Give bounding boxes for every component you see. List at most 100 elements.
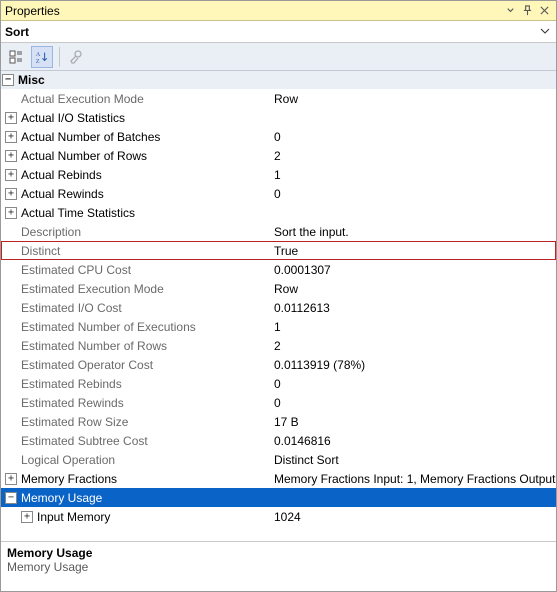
property-name-cell: Actual I/O Statistics xyxy=(1,111,269,125)
expand-toggle[interactable] xyxy=(5,188,17,200)
dropdown-icon[interactable] xyxy=(538,23,552,39)
property-row[interactable]: Estimated Rebinds 0 xyxy=(1,374,556,393)
property-grid[interactable]: Misc Actual Execution Mode Row Actual I/O … xyxy=(1,71,556,541)
property-row[interactable]: DistinctTrue xyxy=(1,241,556,260)
expand-toggle[interactable] xyxy=(5,112,17,124)
object-selector-label: Sort xyxy=(5,25,29,39)
property-row[interactable]: Actual Rebinds 1 xyxy=(1,165,556,184)
property-name: Actual Number of Batches xyxy=(21,130,160,144)
property-name: Description xyxy=(21,225,81,239)
property-name-cell: Memory Fractions xyxy=(1,472,269,486)
property-row[interactable]: Description Sort the input. xyxy=(1,222,556,241)
property-value[interactable]: 1 xyxy=(269,168,556,182)
property-row[interactable]: Actual I/O Statistics xyxy=(1,108,556,127)
property-name-cell: Actual Number of Rows xyxy=(1,149,269,163)
object-selector[interactable]: Sort xyxy=(1,21,556,43)
property-name: Actual Rebinds xyxy=(21,168,102,182)
property-name: Input Memory xyxy=(37,510,110,524)
property-row[interactable]: Estimated Subtree Cost0.0146816 xyxy=(1,431,556,450)
property-row[interactable]: Actual Execution Mode Row xyxy=(1,89,556,108)
property-name-cell: Actual Number of Batches xyxy=(1,130,269,144)
property-row[interactable]: Estimated Number of Rows 2 xyxy=(1,336,556,355)
expand-toggle[interactable] xyxy=(5,207,17,219)
property-name-cell: Estimated Row Size xyxy=(1,415,269,429)
property-row[interactable]: Estimated I/O Cost0.0112613 xyxy=(1,298,556,317)
property-value[interactable]: 0.0112613 xyxy=(269,301,556,315)
property-value[interactable]: 0 xyxy=(269,396,556,410)
property-name: Estimated Rebinds xyxy=(21,377,122,391)
property-value[interactable]: 2 xyxy=(269,339,556,353)
alphabetical-button[interactable]: A Z xyxy=(31,46,53,68)
property-value[interactable]: Row xyxy=(269,282,556,296)
property-row[interactable]: Estimated Execution ModeRow xyxy=(1,279,556,298)
property-row[interactable]: Actual Rewinds 0 xyxy=(1,184,556,203)
property-name: Estimated Number of Rows xyxy=(21,339,167,353)
property-value[interactable]: 1024 xyxy=(269,510,556,524)
property-row[interactable]: Estimated Number of Executions 1 xyxy=(1,317,556,336)
property-value[interactable]: Sort the input. xyxy=(269,225,556,239)
properties-window: Properties Sort xyxy=(0,0,557,592)
property-row[interactable]: Estimated Rewinds 0 xyxy=(1,393,556,412)
category-label: Misc xyxy=(18,73,45,87)
property-value[interactable]: 0 xyxy=(269,377,556,391)
property-name: Memory Fractions xyxy=(21,472,117,486)
expand-toggle[interactable] xyxy=(5,473,17,485)
property-value[interactable]: Distinct Sort xyxy=(269,453,556,467)
property-row[interactable]: Input Memory 1024 xyxy=(1,507,556,526)
property-name-cell: Estimated I/O Cost xyxy=(1,301,269,315)
property-name: Actual I/O Statistics xyxy=(21,111,125,125)
property-name: Estimated Number of Executions xyxy=(21,320,196,334)
property-name-cell: Input Memory xyxy=(1,510,269,524)
category-row[interactable]: Misc xyxy=(1,71,556,89)
property-value[interactable]: True xyxy=(269,244,556,258)
property-row[interactable]: Actual Number of Batches 0 xyxy=(1,127,556,146)
property-name: Estimated Rewinds xyxy=(21,396,124,410)
property-row[interactable]: Estimated CPU Cost0.0001307 xyxy=(1,260,556,279)
property-name-cell: Estimated Subtree Cost xyxy=(1,434,269,448)
property-name-cell: Estimated Number of Executions xyxy=(1,320,269,334)
property-row[interactable]: Logical OperationDistinct Sort xyxy=(1,450,556,469)
property-name: Actual Rewinds xyxy=(21,187,104,201)
pin-icon[interactable] xyxy=(519,3,535,19)
property-name: Actual Number of Rows xyxy=(21,149,147,163)
property-name-cell: Actual Time Statistics xyxy=(1,206,269,220)
property-row[interactable]: Memory Usage xyxy=(1,488,556,507)
expand-toggle[interactable] xyxy=(21,511,33,523)
property-value[interactable]: Row xyxy=(269,92,556,106)
property-value[interactable]: 0 xyxy=(269,130,556,144)
property-value[interactable]: 0 xyxy=(269,187,556,201)
property-name-cell: Estimated Execution Mode xyxy=(1,282,269,296)
property-row[interactable]: Actual Time Statistics xyxy=(1,203,556,222)
property-value[interactable]: 0.0113919 (78%) xyxy=(269,358,556,372)
property-value[interactable]: 0.0001307 xyxy=(269,263,556,277)
expand-toggle[interactable] xyxy=(5,492,17,504)
svg-text:Z: Z xyxy=(36,59,40,64)
property-row[interactable]: Memory Fractions Memory Fractions Input: … xyxy=(1,469,556,488)
window-menu-icon[interactable] xyxy=(502,3,518,19)
categorized-button[interactable] xyxy=(5,46,27,68)
expand-toggle[interactable] xyxy=(2,74,14,86)
expand-toggle[interactable] xyxy=(5,169,17,181)
svg-text:A: A xyxy=(36,52,41,58)
property-value[interactable]: 1 xyxy=(269,320,556,334)
property-name-cell: Description xyxy=(1,225,269,239)
property-row[interactable]: Estimated Operator Cost 0.0113919 (78%) xyxy=(1,355,556,374)
property-name-cell: Estimated Number of Rows xyxy=(1,339,269,353)
property-name-cell: Distinct xyxy=(1,244,269,258)
property-name-cell: Actual Rewinds xyxy=(1,187,269,201)
property-value[interactable]: 0.0146816 xyxy=(269,434,556,448)
property-name-cell: Actual Rebinds xyxy=(1,168,269,182)
close-icon[interactable] xyxy=(536,3,552,19)
property-value[interactable]: 17 B xyxy=(269,415,556,429)
property-value[interactable]: Memory Fractions Input: 1, Memory Fracti… xyxy=(269,472,556,486)
expand-toggle[interactable] xyxy=(5,150,17,162)
property-name-cell: Estimated Rebinds xyxy=(1,377,269,391)
property-name: Estimated Operator Cost xyxy=(21,358,153,372)
property-pages-button[interactable] xyxy=(66,46,88,68)
property-row[interactable]: Estimated Row Size17 B xyxy=(1,412,556,431)
expand-toggle[interactable] xyxy=(5,131,17,143)
property-name: Actual Execution Mode xyxy=(21,92,144,106)
property-row[interactable]: Actual Number of Rows 2 xyxy=(1,146,556,165)
property-value[interactable]: 2 xyxy=(269,149,556,163)
property-name-cell: Estimated Operator Cost xyxy=(1,358,269,372)
